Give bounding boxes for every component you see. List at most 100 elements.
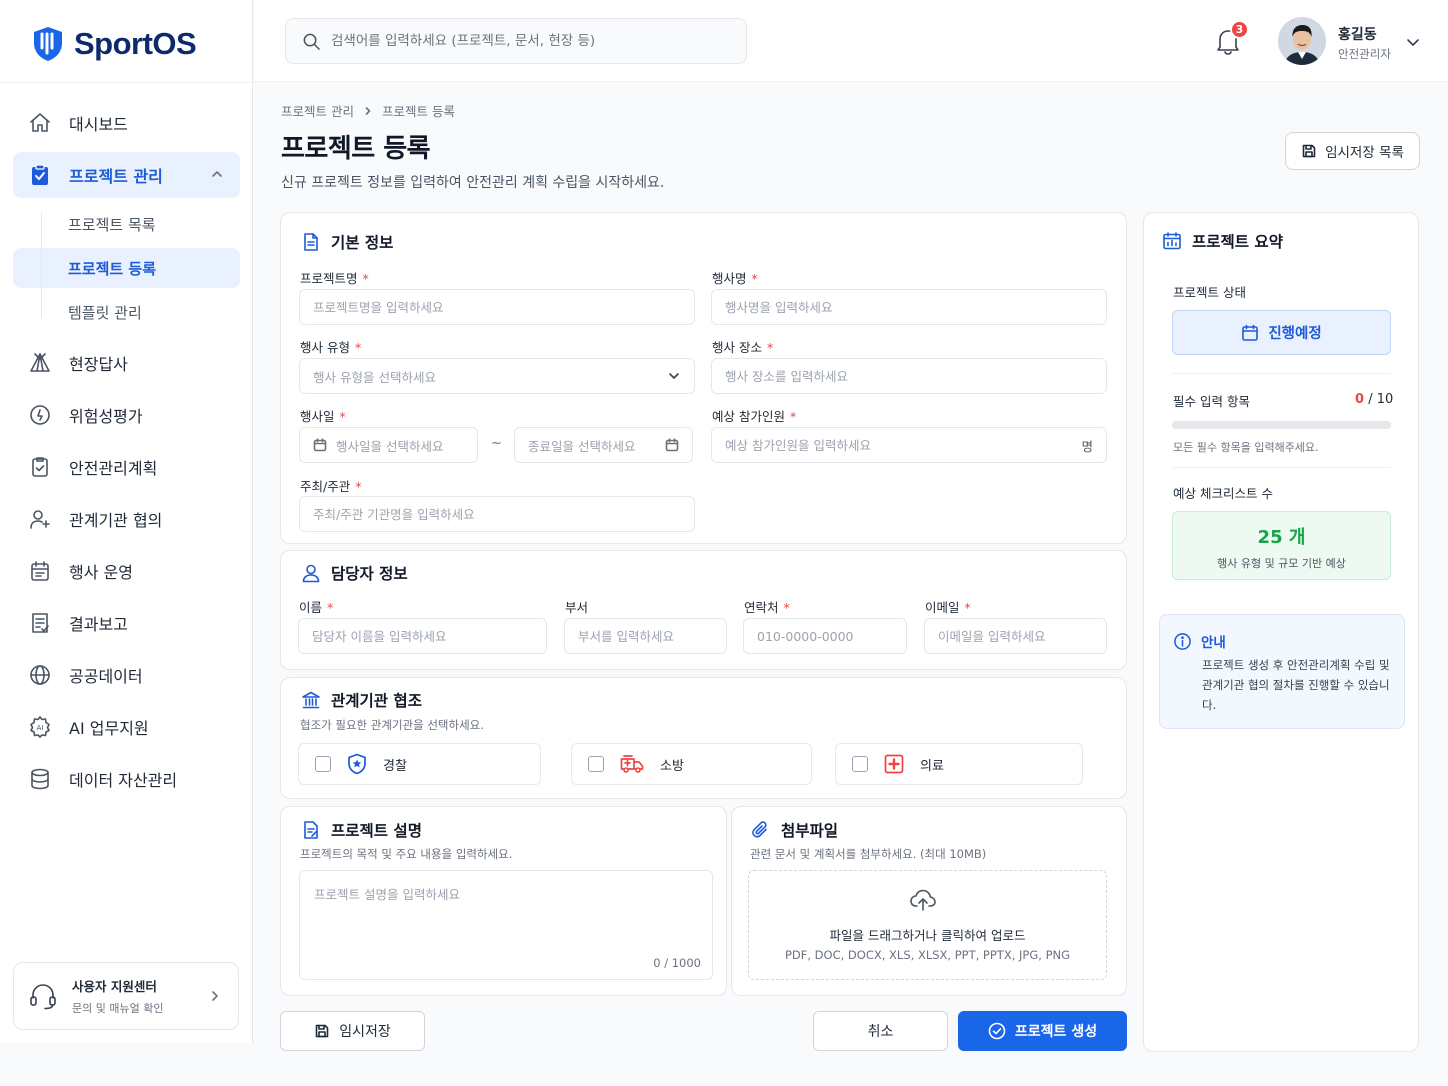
police-shield-icon bbox=[347, 753, 367, 775]
search-box[interactable] bbox=[285, 18, 747, 64]
agency-option-fire[interactable]: 소방 bbox=[571, 743, 812, 785]
medical-checkbox[interactable] bbox=[852, 756, 868, 772]
field-label: 행사 장소 * bbox=[712, 340, 774, 355]
nav-item-site-survey[interactable]: 현장답사 bbox=[13, 340, 240, 386]
nav-item-agency-consultation[interactable]: 관계기관 협의 bbox=[13, 496, 240, 542]
nav-item-dashboard[interactable]: 대시보드 bbox=[13, 100, 240, 146]
nav-label: 대시보드 bbox=[69, 115, 128, 134]
fire-checkbox[interactable] bbox=[588, 756, 604, 772]
allowed-formats: PDF, DOC, DOCX, XLS, XLSX, PPT, PPTX, JP… bbox=[784, 948, 1071, 962]
clipboard-check-icon bbox=[27, 162, 53, 188]
user-name: 홍길동 bbox=[1338, 27, 1377, 43]
create-project-button[interactable]: 프로젝트 생성 bbox=[958, 1011, 1127, 1051]
sub-item-project-list[interactable]: 프로젝트 목록 bbox=[13, 204, 240, 244]
event-name-input[interactable] bbox=[725, 299, 1093, 315]
tent-icon bbox=[27, 350, 53, 376]
notice-title-text: 안내 bbox=[1201, 635, 1226, 651]
search-input[interactable] bbox=[331, 33, 731, 49]
main-nav: 대시보드 프로젝트 관리 프로젝트 목록 프로젝트 등록 템플릿 관리 현장답사… bbox=[13, 100, 240, 808]
nav-item-event-operation[interactable]: 행사 운영 bbox=[13, 548, 240, 594]
nav-item-risk-assessment[interactable]: 위험성평가 bbox=[13, 392, 240, 438]
draft-list-button[interactable]: 임시저장 목록 bbox=[1285, 132, 1420, 170]
summary-title-text: 프로젝트 요약 bbox=[1192, 233, 1283, 251]
save-draft-button[interactable]: 임시저장 bbox=[280, 1011, 425, 1051]
info-icon bbox=[1173, 632, 1192, 651]
breadcrumb-item[interactable]: 프로젝트 관리 bbox=[281, 101, 354, 120]
shield-logo-icon bbox=[32, 26, 64, 62]
manager-name-input[interactable] bbox=[312, 628, 533, 644]
status-value: 진행예정 bbox=[1268, 326, 1322, 342]
ai-gear-icon: AI bbox=[27, 714, 53, 740]
nav-item-project-management[interactable]: 프로젝트 관리 bbox=[13, 152, 240, 198]
calendar-icon bbox=[27, 558, 53, 584]
app-name: SportOS bbox=[74, 26, 197, 61]
section-title: 프로젝트 설명 bbox=[301, 819, 422, 841]
email-field[interactable] bbox=[924, 618, 1107, 654]
user-avatar[interactable] bbox=[1278, 17, 1326, 65]
event-type-select[interactable]: 행사 유형을 선택하세요 bbox=[299, 358, 695, 394]
nav-label: 프로젝트 관리 bbox=[69, 167, 163, 186]
required-progress-bar bbox=[1172, 421, 1391, 429]
nav-label: 관계기관 협의 bbox=[69, 511, 163, 530]
notification-badge: 3 bbox=[1230, 20, 1249, 39]
top-header: 3 홍길동 안전관리자 bbox=[254, 0, 1448, 82]
user-plus-icon bbox=[27, 506, 53, 532]
field-label: 프로젝트명 * bbox=[300, 271, 369, 286]
divider bbox=[1172, 467, 1391, 468]
email-input[interactable] bbox=[938, 628, 1093, 644]
description-textarea[interactable]: 프로젝트 설명을 입력하세요 0 / 1000 bbox=[299, 870, 713, 980]
check-circle-icon bbox=[988, 1022, 1006, 1040]
agency-label: 의료 bbox=[920, 758, 944, 774]
organizer-input[interactable] bbox=[313, 506, 681, 522]
venue-input[interactable] bbox=[725, 368, 1093, 384]
project-name-input[interactable] bbox=[313, 299, 681, 315]
chevron-down-icon[interactable] bbox=[1405, 34, 1421, 50]
organizer-field[interactable] bbox=[299, 496, 695, 532]
checklist-label: 예상 체크리스트 수 bbox=[1173, 486, 1273, 501]
document-icon bbox=[301, 232, 321, 252]
end-date-picker[interactable]: 종료일을 선택하세요 bbox=[514, 427, 693, 463]
phone-field[interactable] bbox=[743, 618, 907, 654]
nav-item-safety-plan[interactable]: 안전관리계획 bbox=[13, 444, 240, 490]
calendar-icon bbox=[1241, 324, 1259, 342]
field-label: 이메일 * bbox=[925, 600, 971, 615]
field-label: 행사일 * bbox=[300, 409, 346, 424]
department-input[interactable] bbox=[578, 628, 713, 644]
nav-item-result-report[interactable]: 결과보고 bbox=[13, 600, 240, 646]
nav-item-data-assets[interactable]: 데이터 자산관리 bbox=[13, 756, 240, 802]
sub-item-template-management[interactable]: 템플릿 관리 bbox=[13, 292, 240, 332]
notice-title: 안내 bbox=[1173, 631, 1226, 651]
event-name-field[interactable] bbox=[711, 289, 1107, 325]
support-subtitle: 문의 및 매뉴얼 확인 bbox=[72, 1002, 164, 1015]
cancel-button[interactable]: 취소 bbox=[813, 1011, 948, 1051]
attendees-input[interactable] bbox=[725, 437, 1082, 453]
nav-label: 데이터 자산관리 bbox=[69, 771, 178, 790]
attachments-card: 첨부파일 관련 문서 및 계획서를 첨부하세요. (최대 10MB) 파일을 드… bbox=[731, 806, 1127, 996]
phone-input[interactable] bbox=[757, 628, 893, 644]
globe-icon bbox=[27, 662, 53, 688]
status-label: 프로젝트 상태 bbox=[1173, 285, 1246, 300]
agency-option-medical[interactable]: 의료 bbox=[835, 743, 1083, 785]
section-subtitle: 관련 문서 및 계획서를 첨부하세요. (최대 10MB) bbox=[750, 847, 987, 861]
support-center-card[interactable]: 사용자 지원센터 문의 및 매뉴얼 확인 bbox=[13, 962, 239, 1030]
nav-item-public-data[interactable]: 공공데이터 bbox=[13, 652, 240, 698]
report-icon bbox=[27, 610, 53, 636]
start-date-picker[interactable]: 행사일을 선택하세요 bbox=[299, 427, 478, 463]
attendees-field[interactable]: 명 bbox=[711, 427, 1107, 463]
logo[interactable]: SportOS bbox=[32, 26, 197, 62]
chevron-right-icon bbox=[363, 106, 373, 116]
project-name-field[interactable] bbox=[299, 289, 695, 325]
nav-label: 위험성평가 bbox=[69, 407, 143, 426]
select-placeholder: 행사 유형을 선택하세요 bbox=[313, 369, 436, 385]
file-dropzone[interactable]: 파일을 드래그하거나 클릭하여 업로드 PDF, DOC, DOCX, XLS,… bbox=[748, 870, 1107, 980]
agency-option-police[interactable]: 경찰 bbox=[298, 743, 541, 785]
create-project-label: 프로젝트 생성 bbox=[1014, 1024, 1098, 1040]
status-badge: 진행예정 bbox=[1172, 310, 1391, 355]
police-checkbox[interactable] bbox=[315, 756, 331, 772]
department-field[interactable] bbox=[564, 618, 727, 654]
sub-item-project-register[interactable]: 프로젝트 등록 bbox=[13, 248, 240, 288]
venue-field[interactable] bbox=[711, 358, 1107, 394]
nav-item-ai-support[interactable]: AI AI 업무지원 bbox=[13, 704, 240, 750]
section-title-text: 기본 정보 bbox=[331, 234, 394, 252]
manager-name-field[interactable] bbox=[298, 618, 547, 654]
